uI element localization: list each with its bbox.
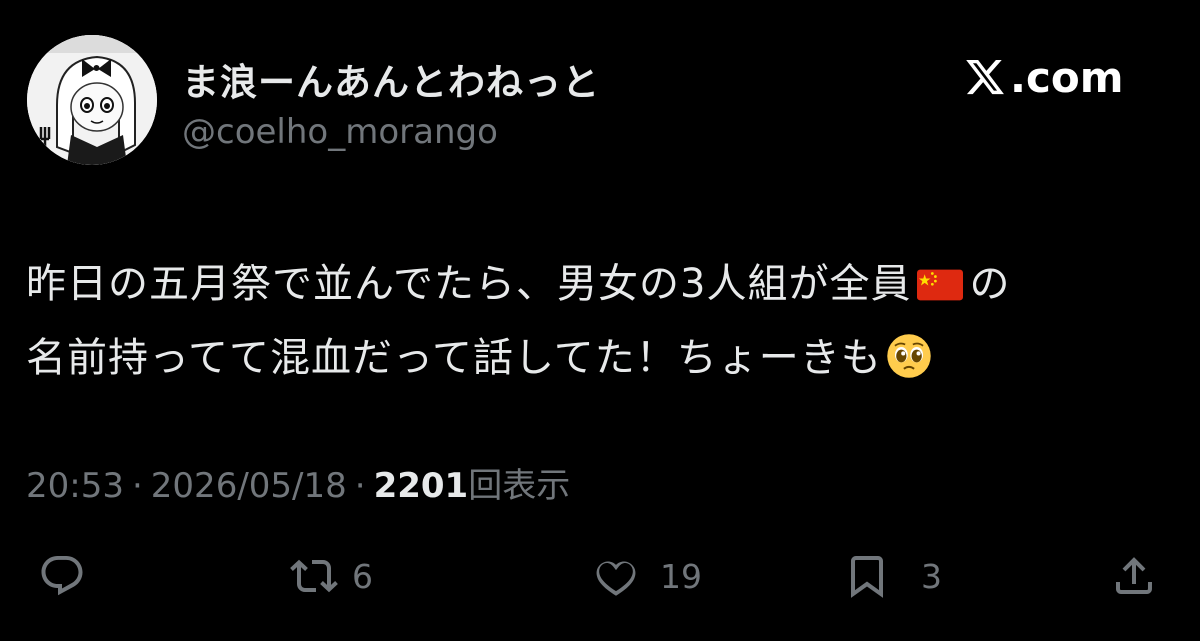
pleading-face-emoji (887, 334, 931, 378)
bookmark-count: 3 (921, 556, 942, 596)
author-handle[interactable]: @coelho_morango (182, 112, 498, 152)
author-display-name[interactable]: ま浪ーんあんとわねっと (182, 52, 600, 106)
retweet-button[interactable]: 6 (290, 548, 373, 604)
tweet-date[interactable]: 2026/05/18 (151, 466, 347, 506)
retweet-count: 6 (352, 556, 373, 596)
retweet-icon (290, 559, 338, 593)
tweet-line-1: 昨日の五月祭で並んでたら、男女の3人組が全員 の (26, 247, 1146, 321)
meta-separator: · (131, 466, 143, 506)
x-logo-icon (966, 59, 1004, 95)
avatar-image (27, 35, 157, 165)
views-count[interactable]: 2201 (374, 466, 469, 506)
china-flag-emoji (917, 269, 964, 301)
like-button[interactable]: 19 (592, 548, 702, 604)
tweet-text-segment: 昨日の五月祭で並んでたら、男女の3人組が全員 (26, 261, 912, 307)
share-button[interactable] (1110, 548, 1180, 604)
heart-icon (596, 561, 636, 596)
avatar[interactable] (27, 35, 157, 165)
bookmark-icon (851, 556, 883, 598)
tweet-text-segment: 名前持ってて混血だって話してた！ちょーきも (26, 335, 882, 381)
meta-separator: · (354, 466, 366, 506)
tweet-text: 昨日の五月祭で並んでたら、男女の3人組が全員 の 名前持ってて混血だって話してた… (26, 247, 1146, 395)
reply-button[interactable] (38, 548, 108, 604)
reply-icon (41, 556, 83, 596)
tweet-time[interactable]: 20:53 (26, 466, 124, 506)
bookmark-button[interactable]: 3 (843, 548, 942, 604)
x-com-brand: .com (964, 52, 1123, 102)
brand-domain: .com (1010, 52, 1124, 102)
views-label: 回表示 (468, 466, 571, 506)
tweet-meta: 20:53 · 2026/05/18 · 2201回表示 (26, 458, 570, 507)
tweet-text-segment: の (969, 261, 1011, 307)
share-icon (1116, 557, 1152, 594)
like-count: 19 (660, 556, 702, 596)
tweet-line-2: 名前持ってて混血だって話してた！ちょーきも (26, 321, 1146, 395)
